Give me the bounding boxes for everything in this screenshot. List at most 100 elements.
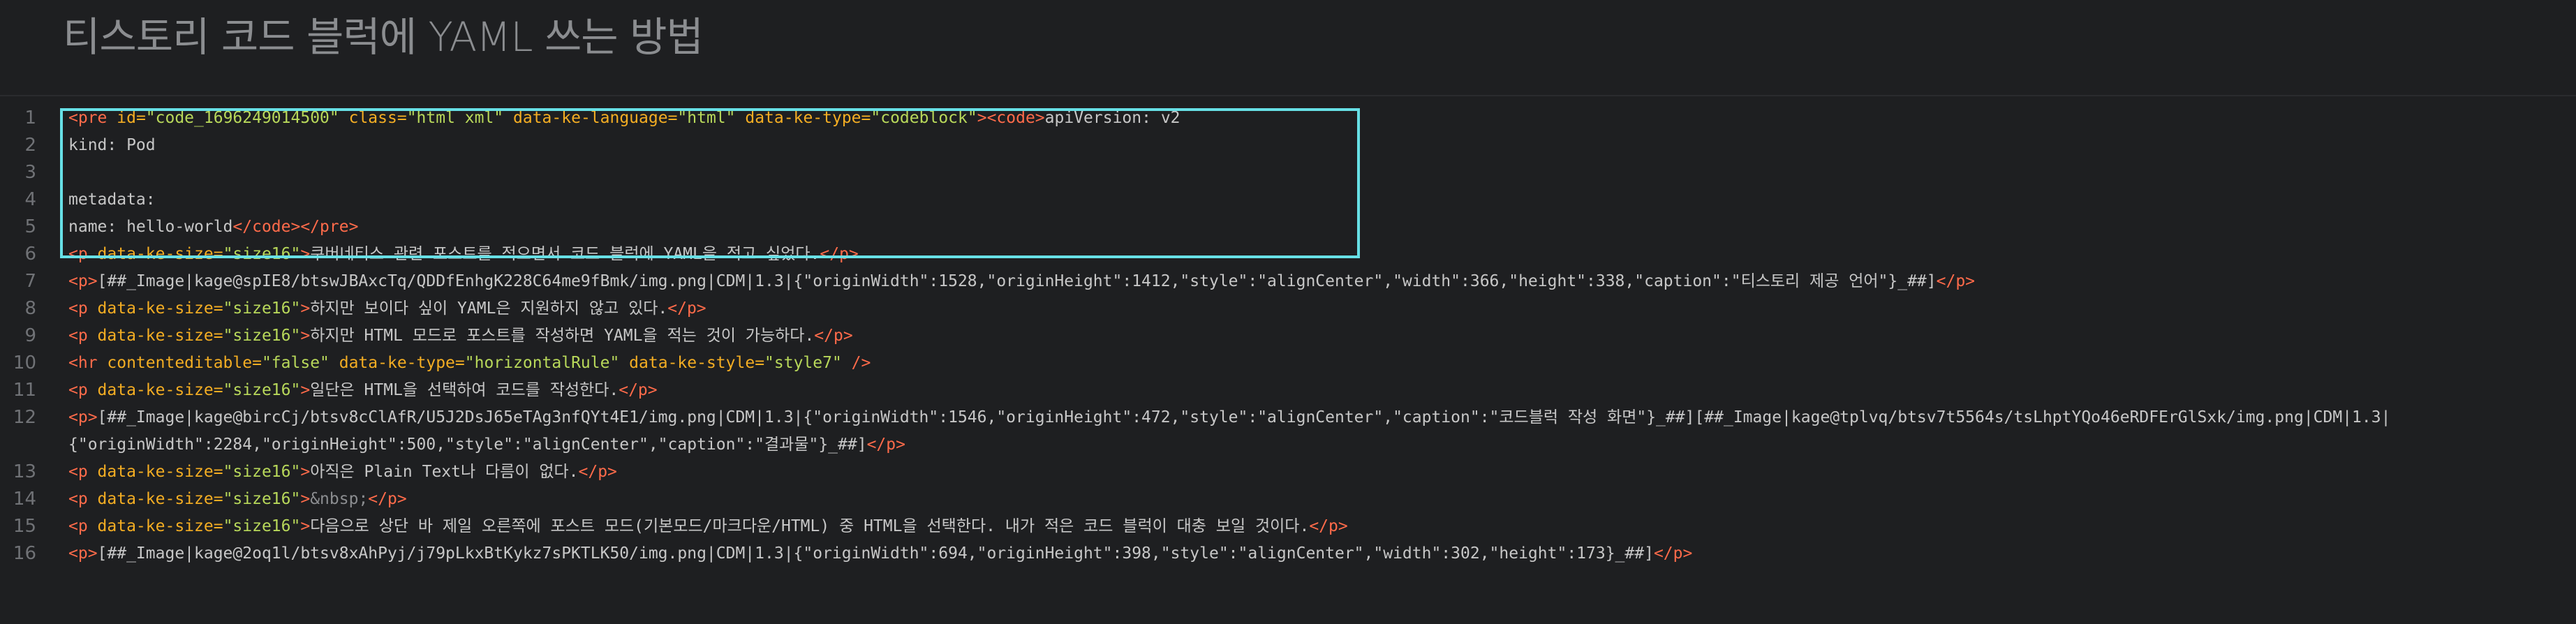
text-token: apiVersion: v2: [1044, 109, 1180, 127]
line-content: metadata:: [68, 186, 156, 214]
line-number: 1: [24, 107, 36, 128]
code-line[interactable]: 13 <p data-ke-size="size16">아직은 Plain Tex…: [0, 459, 2576, 486]
html-tag-token: </p>: [1309, 517, 1348, 535]
code-line[interactable]: 16 <p>[##_Image|kage@2oq1l/btsv8xAhPyj/j7…: [0, 540, 2576, 567]
html-tag-token: <p: [68, 490, 98, 508]
html-tag-token: </p>: [578, 463, 617, 481]
line-content-row: <p data-ke-size="size16">&nbsp;</p>: [68, 486, 407, 513]
html-tag-token: <p: [68, 381, 98, 399]
html-tag-token: </p>: [667, 299, 706, 318]
html-tag-token: <p: [68, 245, 98, 263]
code-line[interactable]: 1 <pre id="code_1696249014500" class="htm…: [0, 105, 2576, 132]
line-number: 5: [24, 216, 36, 237]
line-content: <p data-ke-size="size16">다음으로 상단 바 제일 오른…: [68, 513, 1348, 540]
code-line[interactable]: 3: [0, 159, 2576, 186]
html-tag-token: >: [300, 463, 311, 481]
post-title: 티스토리 코드 블럭에 YAML 쓰는 방법: [63, 13, 704, 61]
line-number: 8: [24, 298, 36, 319]
line-content-row: <p>[##_Image|kage@spIE8/btswJBAxcTq/QDDf…: [68, 268, 1975, 295]
text-token: [##_Image|kage@bircCj/btsv8cClAfR/U5J2Ds…: [97, 408, 2391, 426]
text-token: [##_Image|kage@spIE8/btswJBAxcTq/QDDfEnh…: [97, 272, 1937, 290]
html-tag-token: >: [300, 381, 311, 399]
attribute-name-token: data-ke-style=: [619, 354, 765, 372]
html-tag-token: >: [300, 327, 311, 345]
html-tag-token: <p: [68, 517, 98, 535]
html-tag-token: </p>: [1653, 544, 1693, 563]
line-number: 15: [13, 516, 36, 537]
attribute-value-token: "size16": [223, 327, 301, 345]
code-line[interactable]: 4 metadata:: [0, 186, 2576, 214]
attribute-value-token: "size16": [223, 381, 301, 399]
html-tag-token: >: [300, 299, 311, 318]
code-line[interactable]: 6 <p data-ke-size="size16">쿠버네티스 관련 포스트를 …: [0, 241, 2576, 268]
html-tag-token: <p: [68, 463, 98, 481]
line-content: kind: Pod: [68, 132, 156, 159]
attribute-name-token: data-ke-size=: [97, 327, 223, 345]
attribute-value-token: "html xml": [406, 109, 504, 127]
line-number: 4: [24, 189, 36, 210]
html-tag-token: </p>: [814, 327, 853, 345]
line-number: 12: [13, 407, 36, 428]
line-number: 11: [13, 380, 36, 401]
attribute-value-token: "size16": [223, 299, 301, 318]
html-tag-token: <p: [68, 327, 98, 345]
line-number: 2: [24, 135, 36, 156]
attribute-value-token: "horizontalRule": [464, 354, 620, 372]
html-tag-token: </p>: [619, 381, 658, 399]
line-content-row: <p data-ke-size="size16">하지만 HTML 모드로 포스…: [68, 322, 853, 350]
line-content-row: <pre id="code_1696249014500" class="html…: [68, 105, 1180, 132]
line-number: 9: [24, 325, 36, 346]
title-divider: [0, 95, 2576, 96]
code-line[interactable]: 9 <p data-ke-size="size16">하지만 HTML 모드로 포…: [0, 322, 2576, 350]
code-line[interactable]: 2 kind: Pod: [0, 132, 2576, 159]
line-content-row: <p data-ke-size="size16">일단은 HTML을 선택하여 …: [68, 377, 658, 404]
html-tag-token: <hr: [68, 354, 108, 372]
text-token: metadata:: [68, 191, 156, 209]
attribute-value-token: "size16": [223, 245, 301, 263]
code-line[interactable]: 14 <p data-ke-size="size16">&nbsp;</p>: [0, 486, 2576, 513]
line-content: <p data-ke-size="size16">&nbsp;</p>: [68, 486, 407, 513]
line-content: <p data-ke-size="size16">아직은 Plain Text나…: [68, 459, 617, 486]
text-token: 일단은 HTML을 선택하여 코드를 작성한다.: [310, 381, 619, 399]
line-number: 7: [24, 271, 36, 292]
line-content: <p data-ke-size="size16">하지만 보이다 싶이 YAML…: [68, 295, 706, 322]
text-token: {"originWidth":2284,"originHeight":500,"…: [68, 436, 867, 454]
line-content-row: metadata:: [68, 186, 156, 214]
code-line[interactable]: 15 <p data-ke-size="size16">다음으로 상단 바 제일 …: [0, 513, 2576, 540]
text-token: name: hello-world: [68, 218, 233, 236]
text-token: 하지만 HTML 모드로 포스트를 작성하면 YAML을 적는 것이 가능하다.: [310, 327, 815, 345]
text-token: 아직은 Plain Text나 다름이 없다.: [310, 463, 579, 481]
code-line[interactable]: 5 name: hello-world</code></pre>: [0, 214, 2576, 241]
code-line[interactable]: 7 <p>[##_Image|kage@spIE8/btswJBAxcTq/QDD…: [0, 268, 2576, 295]
attribute-name-token: data-ke-size=: [97, 517, 223, 535]
html-code-editor[interactable]: 1 <pre id="code_1696249014500" class="htm…: [0, 105, 2576, 567]
html-tag-token: <p>: [68, 544, 98, 563]
attribute-value-token: "size16": [223, 517, 301, 535]
text-token: 하지만 보이다 싶이 YAML은 지원하지 않고 있다.: [310, 299, 668, 318]
code-line[interactable]: 12 <p>[##_Image|kage@bircCj/btsv8cClAfR/U…: [0, 404, 2576, 459]
html-tag-token: </code></pre>: [232, 218, 359, 236]
line-content: <pre id="code_1696249014500" class="html…: [68, 105, 1180, 132]
line-content-row: <p data-ke-size="size16">쿠버네티스 관련 포스트를 적…: [68, 241, 859, 268]
code-line[interactable]: 10 <hr contenteditable="false" data-ke-ty…: [0, 350, 2576, 377]
line-content: <p>[##_Image|kage@bircCj/btsv8cClAfR/U5J…: [68, 404, 2390, 459]
line-content-row: <p>[##_Image|kage@2oq1l/btsv8xAhPyj/j79p…: [68, 540, 1692, 567]
attribute-name-token: contenteditable=: [107, 354, 262, 372]
code-line[interactable]: 11 <p data-ke-size="size16">일단은 HTML을 선택하…: [0, 377, 2576, 404]
attribute-name-token: data-ke-language=: [503, 109, 678, 127]
html-tag-token: </p>: [1936, 272, 1976, 290]
attribute-name-token: data-ke-size=: [97, 245, 223, 263]
html-tag-token: <p>: [68, 272, 98, 290]
html-tag-token: <pre: [68, 109, 117, 127]
code-line[interactable]: 8 <p data-ke-size="size16">하지만 보이다 싶이 YAM…: [0, 295, 2576, 322]
html-tag-token: >: [300, 245, 311, 263]
line-content: <p data-ke-size="size16">하지만 HTML 모드로 포스…: [68, 322, 853, 350]
line-content-row: <p data-ke-size="size16">아직은 Plain Text나…: [68, 459, 617, 486]
attribute-name-token: data-ke-size=: [97, 381, 223, 399]
text-token: 쿠버네티스 관련 포스트를 적으면서 코드 블럭에 YAML을 적고 싶었다.: [310, 245, 820, 263]
line-number: 6: [24, 244, 36, 265]
line-content-row: name: hello-world</code></pre>: [68, 214, 358, 241]
line-number: 13: [13, 461, 36, 482]
line-content: <p data-ke-size="size16">일단은 HTML을 선택하여 …: [68, 377, 658, 404]
attribute-value-token: "size16": [223, 490, 301, 508]
